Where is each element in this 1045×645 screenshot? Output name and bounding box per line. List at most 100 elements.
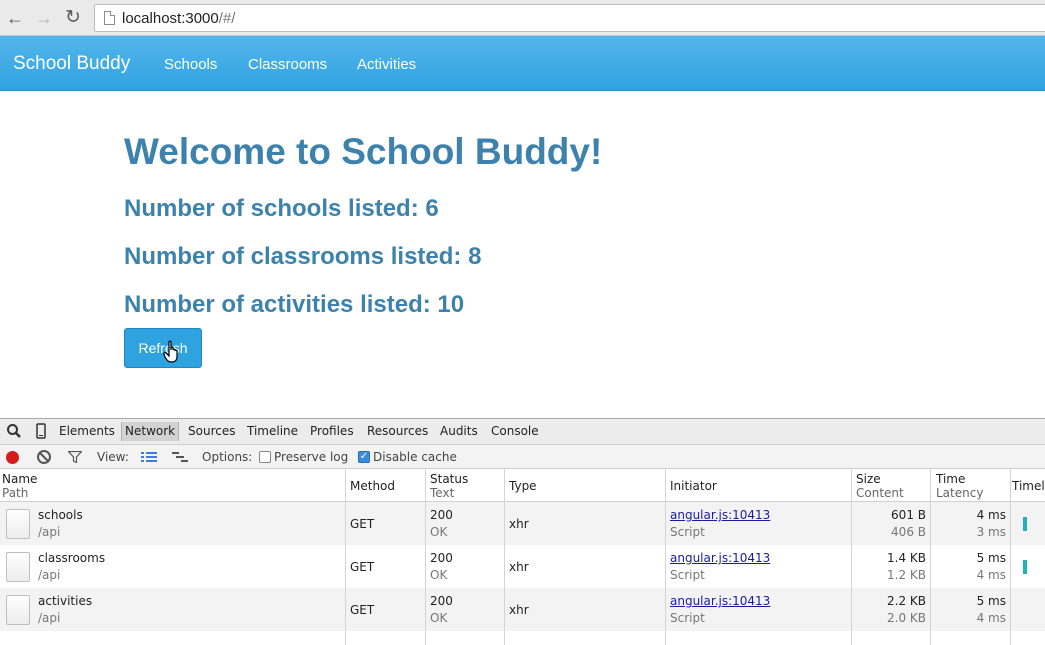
device-mode-icon[interactable]: [33, 423, 49, 439]
column-divider: [930, 469, 931, 645]
column-name[interactable]: Name Path: [2, 472, 37, 500]
hand-pointer-icon: [163, 340, 178, 363]
devtools-panel: Elements Network Sources Timeline Profil…: [0, 418, 1045, 645]
tab-audits[interactable]: Audits: [440, 424, 478, 438]
app-navbar: School Buddy Schools Classrooms Activiti…: [0, 36, 1045, 91]
tab-profiles[interactable]: Profiles: [310, 424, 354, 438]
column-divider: [851, 469, 852, 645]
address-bar[interactable]: localhost:3000/#/: [94, 4, 1045, 32]
request-method: GET: [350, 560, 375, 574]
preserve-log-checkbox[interactable]: [259, 451, 271, 463]
column-type[interactable]: Type: [509, 479, 537, 493]
latency-value: 4 ms: [976, 611, 1006, 625]
tab-network[interactable]: Network: [121, 422, 180, 441]
forward-arrow-icon[interactable]: →: [33, 7, 55, 29]
text-header: Text: [430, 486, 455, 500]
time-value: 5 ms: [976, 551, 1006, 565]
nav-link-classrooms[interactable]: Classrooms: [248, 56, 327, 73]
content-value: 1.2 KB: [887, 568, 926, 582]
status-code: 200: [430, 551, 453, 565]
request-name[interactable]: schools/api: [38, 507, 83, 541]
request-size: 1.4 KB 1.2 KB: [856, 550, 926, 584]
column-timeline[interactable]: Timeli: [1012, 479, 1045, 493]
url-host: localhost:3000: [122, 10, 219, 27]
classrooms-count: Number of classrooms listed: 8: [124, 243, 482, 270]
request-name[interactable]: classrooms/api: [38, 550, 105, 584]
initiator-link[interactable]: angular.js:10413: [670, 550, 770, 567]
size-header: Size: [856, 472, 881, 486]
status-code: 200: [430, 508, 453, 522]
disable-cache-checkbox[interactable]: ✓: [358, 451, 370, 463]
status-code: 200: [430, 594, 453, 608]
status-text: OK: [430, 568, 448, 582]
content-value: 406 B: [891, 525, 926, 539]
initiator-type: Script: [670, 568, 705, 582]
request-name-text: schools: [38, 508, 83, 522]
request-type: xhr: [509, 560, 529, 574]
status-text: OK: [430, 525, 448, 539]
view-label: View:: [97, 450, 129, 464]
column-status[interactable]: Status Text: [430, 472, 468, 500]
column-initiator[interactable]: Initiator: [670, 479, 717, 493]
tab-console[interactable]: Console: [491, 424, 539, 438]
column-divider: [345, 469, 346, 645]
network-toolbar: View: Options: Preserve log ✓ Disable ca…: [0, 445, 1045, 469]
time-value: 5 ms: [976, 594, 1006, 608]
time-value: 4 ms: [976, 508, 1006, 522]
request-path: /api: [38, 611, 61, 625]
disable-cache-label: Disable cache: [373, 450, 457, 464]
url-path: /#/: [218, 10, 236, 27]
clear-icon[interactable]: [37, 450, 51, 464]
file-icon: [6, 595, 30, 625]
size-value: 1.4 KB: [887, 551, 926, 565]
url-text[interactable]: localhost:3000/#/: [122, 10, 235, 27]
file-icon: [6, 509, 30, 539]
brand-link[interactable]: School Buddy: [13, 53, 130, 75]
latency-header: Latency: [936, 486, 984, 500]
initiator-link[interactable]: angular.js:10413: [670, 593, 770, 610]
page-icon: [104, 11, 115, 25]
back-arrow-icon[interactable]: ←: [4, 7, 26, 29]
request-time: 5 ms 4 ms: [936, 550, 1006, 584]
timing-bar: [1023, 560, 1027, 574]
filter-icon[interactable]: [68, 451, 82, 463]
column-method[interactable]: Method: [350, 479, 395, 493]
column-divider: [1010, 469, 1011, 645]
content-header: Content: [856, 486, 904, 500]
page-title: Welcome to School Buddy!: [124, 131, 603, 172]
request-name-text: activities: [38, 594, 93, 608]
tab-resources[interactable]: Resources: [367, 424, 428, 438]
tab-sources[interactable]: Sources: [188, 424, 235, 438]
request-initiator: angular.js:10413 Script: [670, 593, 770, 627]
request-status: 200 OK: [430, 593, 453, 627]
column-divider: [504, 469, 505, 645]
request-initiator: angular.js:10413 Script: [670, 507, 770, 541]
column-divider: [425, 469, 426, 645]
request-type: xhr: [509, 603, 529, 617]
column-size[interactable]: Size Content: [856, 472, 904, 500]
tab-timeline[interactable]: Timeline: [247, 424, 298, 438]
network-table: Name Path Method Status Text Type Initiato…: [0, 469, 1045, 645]
table-header: Name Path Method Status Text Type Initiato…: [0, 469, 1045, 502]
content-value: 2.0 KB: [887, 611, 926, 625]
nav-link-activities[interactable]: Activities: [357, 56, 416, 73]
column-time[interactable]: Time Latency: [936, 472, 983, 500]
search-icon[interactable]: [6, 423, 22, 439]
large-rows-icon[interactable]: [141, 451, 157, 463]
request-size: 2.2 KB 2.0 KB: [856, 593, 926, 627]
request-type: xhr: [509, 517, 529, 531]
status-header: Status: [430, 472, 469, 486]
request-name[interactable]: activities/api: [38, 593, 92, 627]
size-value: 601 B: [891, 508, 926, 522]
record-icon[interactable]: [6, 451, 19, 464]
file-icon: [6, 552, 30, 582]
activities-count: Number of activities listed: 10: [124, 291, 465, 318]
initiator-link[interactable]: angular.js:10413: [670, 507, 770, 524]
browser-toolbar: ← → ↻ localhost:3000/#/: [0, 0, 1045, 36]
nav-link-schools[interactable]: Schools: [164, 56, 217, 73]
request-time: 5 ms 4 ms: [936, 593, 1006, 627]
overview-icon[interactable]: [172, 451, 188, 463]
latency-value: 3 ms: [976, 525, 1006, 539]
reload-icon[interactable]: ↻: [62, 7, 84, 29]
tab-elements[interactable]: Elements: [59, 424, 115, 438]
